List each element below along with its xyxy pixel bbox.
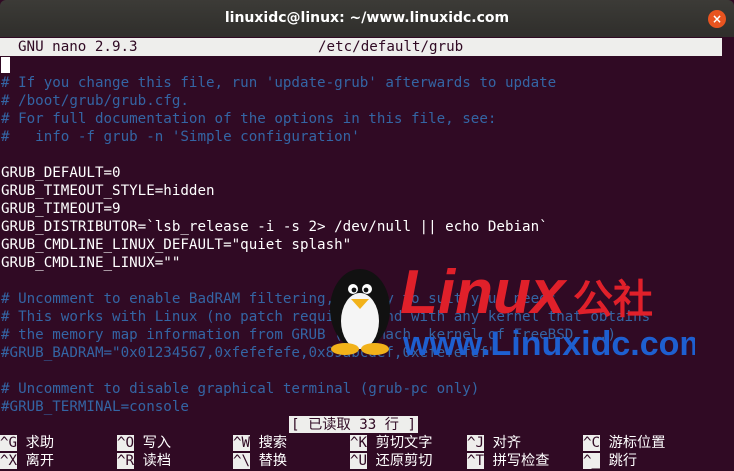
status-message: [ 已读取 33 行 ] xyxy=(289,416,419,433)
shortcut-key: ^O xyxy=(117,435,135,451)
shortcut-key: ^J xyxy=(467,435,485,451)
line-text: GRUB_TIMEOUT=9 xyxy=(1,201,121,217)
shortcut-item[interactable]: ^T 拼写检查 xyxy=(467,452,549,470)
watermark-url: www.Linuxidc.com xyxy=(402,325,695,363)
line-text: # If you change this file, run 'update-g… xyxy=(1,75,557,91)
shortcut-item[interactable]: ^J 对齐 xyxy=(467,434,521,452)
line-text: GRUB_TIMEOUT_STYLE=hidden xyxy=(1,183,215,199)
shortcut-item[interactable]: ^U 还原剪切 xyxy=(350,452,432,470)
shortcut-label: 替换 xyxy=(250,453,288,469)
shortcut-key: ^R xyxy=(117,453,135,469)
shortcut-label: 求助 xyxy=(17,435,55,451)
shortcut-label: 还原剪切 xyxy=(367,453,433,469)
editor-line[interactable]: GRUB_CMDLINE_LINUX="" xyxy=(1,254,180,272)
editor-line[interactable]: GRUB_CMDLINE_LINUX_DEFAULT="quiet splash… xyxy=(1,236,351,254)
shortcut-item[interactable]: ^G 求助 xyxy=(0,434,54,452)
editor-line[interactable] xyxy=(1,56,10,74)
line-text: GRUB_DEFAULT=0 xyxy=(1,165,121,181)
shortcut-key: ^\ xyxy=(233,453,251,469)
watermark-suffix: 公社 xyxy=(573,277,653,323)
shortcut-item[interactable]: ^X 离开 xyxy=(0,452,54,470)
shortcut-label: 游标位置 xyxy=(600,435,666,451)
editor-line[interactable]: # For full documentation of the options … xyxy=(1,110,496,128)
line-text: # info -f grub -n 'Simple configuration' xyxy=(1,129,360,145)
shortcut-label: 搜索 xyxy=(250,435,288,451)
shortcut-key: ^_ xyxy=(583,453,601,469)
shortcut-item[interactable]: ^O 写入 xyxy=(117,434,171,452)
editor-line[interactable]: # Uncomment to disable graphical termina… xyxy=(1,380,479,398)
shortcut-label: 剪切文字 xyxy=(367,435,433,451)
shortcut-item[interactable]: ^W 搜索 xyxy=(233,434,287,452)
line-text: # /boot/grub/grub.cfg. xyxy=(1,93,189,109)
shortcut-item[interactable]: ^\ 替换 xyxy=(233,452,287,470)
shortcut-item[interactable]: ^K 剪切文字 xyxy=(350,434,432,452)
editor-line[interactable]: GRUB_TIMEOUT=9 xyxy=(1,200,121,218)
shortcut-label: 对齐 xyxy=(484,435,522,451)
nano-version: GNU nano 2.9.3 xyxy=(18,39,138,55)
line-text: # Uncomment to disable graphical termina… xyxy=(1,381,480,397)
window-titlebar[interactable]: linuxidc@linux: ~/www.linuxidc.com × xyxy=(0,0,734,37)
shortcut-label: 拼写检查 xyxy=(484,453,550,469)
tux-penguin-icon xyxy=(330,269,390,355)
line-text: #GRUB_TERMINAL=console xyxy=(1,399,189,415)
shortcut-label: 读档 xyxy=(134,453,172,469)
close-icon[interactable]: × xyxy=(708,10,726,28)
window-title: linuxidc@linux: ~/www.linuxidc.com xyxy=(224,10,510,26)
line-text: GRUB_CMDLINE_LINUX="" xyxy=(1,255,181,271)
editor-line[interactable]: GRUB_DEFAULT=0 xyxy=(1,164,121,182)
editor-line[interactable]: GRUB_TIMEOUT_STYLE=hidden xyxy=(1,182,215,200)
editor-line[interactable]: # /boot/grub/grub.cfg. xyxy=(1,92,189,110)
shortcut-label: 离开 xyxy=(17,453,55,469)
shortcut-item[interactable]: ^_ 跳行 xyxy=(583,452,637,470)
shortcut-key: ^W xyxy=(233,435,251,451)
shortcut-key: ^T xyxy=(467,453,485,469)
shortcut-key: ^C xyxy=(583,435,601,451)
text-cursor xyxy=(1,57,10,73)
shortcut-label: 跳行 xyxy=(600,453,638,469)
linuxidc-watermark: Linux 公社 www.Linuxidc.com xyxy=(330,258,695,363)
shortcut-item[interactable]: ^C 游标位置 xyxy=(583,434,665,452)
shortcut-key: ^K xyxy=(350,435,368,451)
line-text: # For full documentation of the options … xyxy=(1,111,497,127)
shortcut-item[interactable]: ^R 读档 xyxy=(117,452,171,470)
watermark-brand: Linux xyxy=(400,258,568,327)
line-text: GRUB_CMDLINE_LINUX_DEFAULT="quiet splash… xyxy=(1,237,352,253)
editor-line[interactable]: #GRUB_TERMINAL=console xyxy=(1,398,189,416)
shortcut-key: ^G xyxy=(0,435,18,451)
nano-header: GNU nano 2.9.3 /etc/default/grub xyxy=(0,38,722,56)
shortcut-key: ^X xyxy=(0,453,18,469)
editor-line[interactable]: # If you change this file, run 'update-g… xyxy=(1,74,556,92)
nano-filename: /etc/default/grub xyxy=(318,39,464,55)
shortcut-label: 写入 xyxy=(134,435,172,451)
shortcut-key: ^U xyxy=(350,453,368,469)
editor-line[interactable]: # info -f grub -n 'Simple configuration' xyxy=(1,128,360,146)
